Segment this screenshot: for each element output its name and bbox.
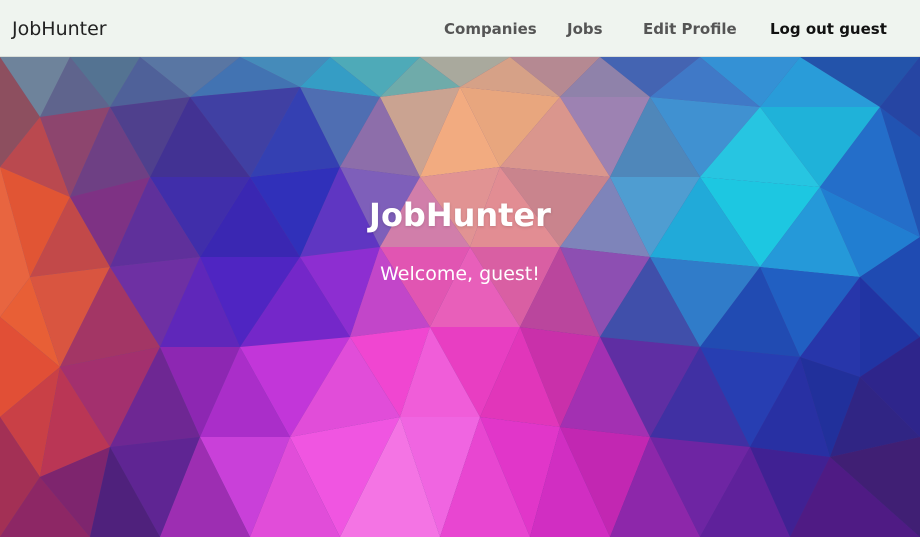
hero-banner: JobHunter Welcome, guest! (0, 57, 920, 537)
nav-link-companies[interactable]: Companies (444, 18, 537, 40)
polygon-background-image (0, 57, 920, 537)
nav-link-edit-profile[interactable]: Edit Profile (643, 18, 737, 40)
nav-links: Companies Jobs Edit Profile Log out gues… (0, 18, 920, 40)
hero-subtitle: Welcome, guest! (380, 263, 540, 285)
nav-link-jobs[interactable]: Jobs (567, 18, 603, 40)
nav-link-logout[interactable]: Log out guest (770, 18, 887, 40)
top-navbar: JobHunter Companies Jobs Edit Profile Lo… (0, 0, 920, 57)
hero-title: JobHunter (369, 196, 551, 234)
